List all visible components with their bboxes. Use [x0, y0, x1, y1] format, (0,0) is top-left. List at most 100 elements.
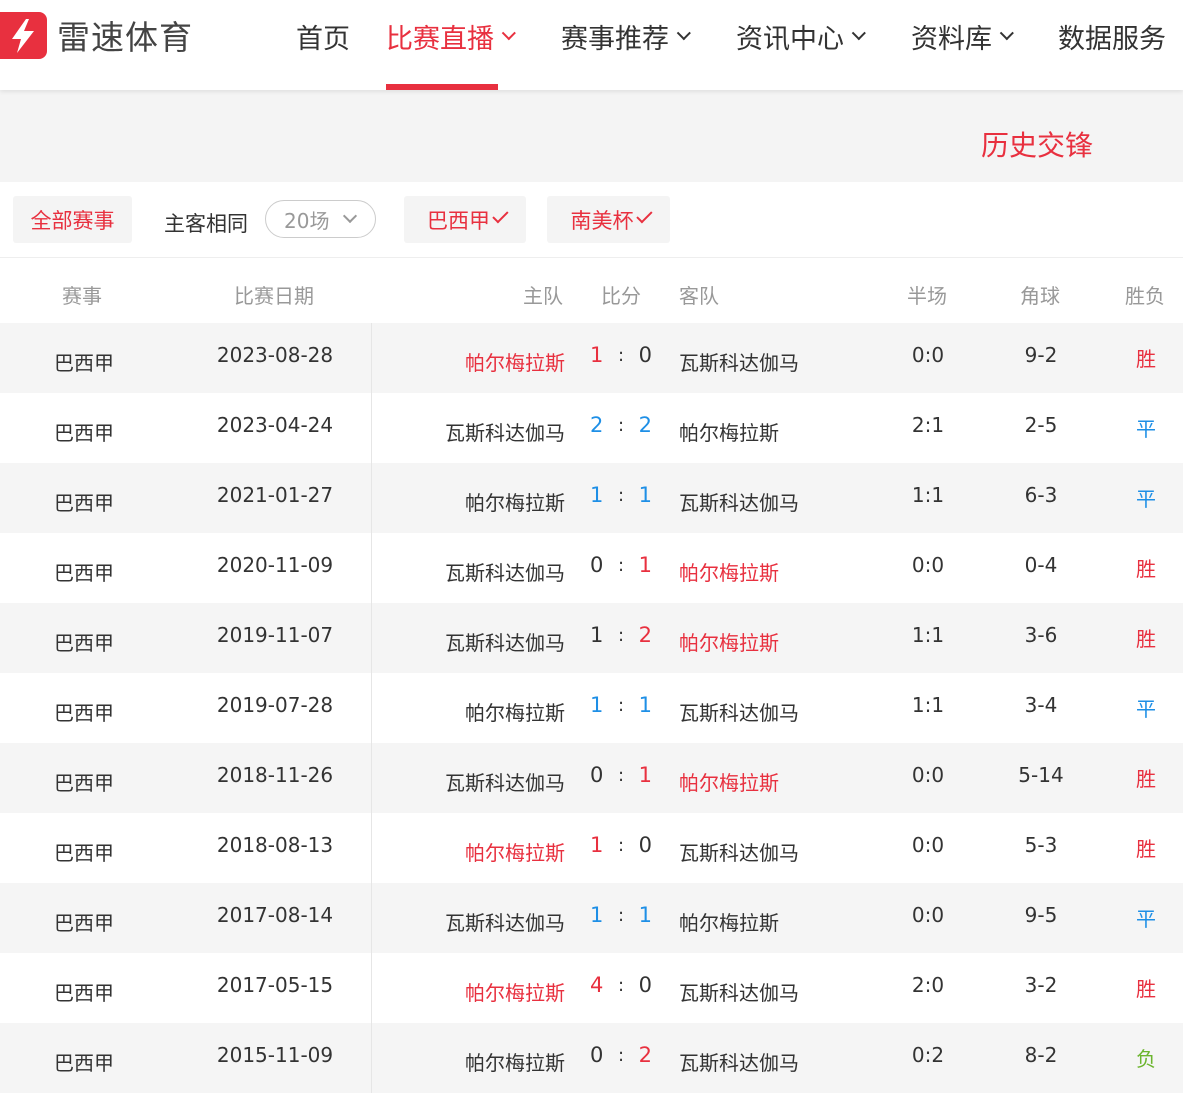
- half-time-cell: 2:1: [911, 413, 945, 437]
- home-team-cell[interactable]: 瓦斯科达伽马: [445, 767, 565, 796]
- league-cell[interactable]: 巴西甲: [0, 907, 168, 936]
- league-cell[interactable]: 巴西甲: [0, 697, 168, 726]
- table-row[interactable]: 巴西甲 2017-08-14 瓦斯科达伽马 1:1 帕尔梅拉斯 0:0 9-5 平: [0, 883, 1183, 953]
- away-team-cell[interactable]: 帕尔梅拉斯: [679, 417, 779, 446]
- away-team-cell[interactable]: 瓦斯科达伽马: [679, 347, 799, 376]
- away-goals: 0: [638, 833, 652, 857]
- score-cell[interactable]: 1:2: [590, 623, 652, 647]
- corner-cell: 9-2: [1024, 343, 1058, 367]
- chip-label: 全部赛事: [30, 208, 115, 233]
- score-cell[interactable]: 1:0: [590, 833, 652, 857]
- home-team-cell[interactable]: 帕尔梅拉斯: [465, 837, 565, 866]
- league-filter-chip[interactable]: 巴西甲: [404, 196, 526, 243]
- home-goals: 0: [590, 763, 604, 787]
- home-goals: 0: [590, 1043, 604, 1067]
- home-goals: 1: [590, 903, 604, 927]
- home-team-cell[interactable]: 瓦斯科达伽马: [445, 627, 565, 656]
- home-team-cell[interactable]: 瓦斯科达伽马: [445, 907, 565, 936]
- table-row[interactable]: 巴西甲 2019-11-07 瓦斯科达伽马 1:2 帕尔梅拉斯 1:1 3-6 胜: [0, 603, 1183, 673]
- table-row[interactable]: 巴西甲 2023-08-28 帕尔梅拉斯 1:0 瓦斯科达伽马 0:0 9-2 胜: [0, 323, 1183, 393]
- score-cell[interactable]: 1:0: [590, 343, 652, 367]
- away-team-cell[interactable]: 帕尔梅拉斯: [679, 767, 779, 796]
- corner-cell: 5-3: [1024, 833, 1058, 857]
- history-table: 巴西甲 2023-08-28 帕尔梅拉斯 1:0 瓦斯科达伽马 0:0 9-2 胜巴西甲 202…: [0, 323, 1183, 1093]
- date-cell: 2020-11-09: [216, 553, 334, 577]
- home-goals: 1: [590, 833, 604, 857]
- table-row[interactable]: 巴西甲 2019-07-28 帕尔梅拉斯 1:1 瓦斯科达伽马 1:1 3-4 平: [0, 673, 1183, 743]
- home-team-cell[interactable]: 瓦斯科达伽马: [445, 417, 565, 446]
- score-cell[interactable]: 1:1: [590, 903, 652, 927]
- home-goals: 1: [590, 623, 604, 647]
- date-cell: 2018-08-13: [216, 833, 334, 857]
- same-home-away-toggle[interactable]: 主客相同: [164, 208, 248, 238]
- home-team-cell[interactable]: 帕尔梅拉斯: [465, 487, 565, 516]
- half-time-cell: 0:0: [911, 553, 945, 577]
- table-row[interactable]: 巴西甲 2018-11-26 瓦斯科达伽马 0:1 帕尔梅拉斯 0:0 5-14 胜: [0, 743, 1183, 813]
- result-badge: 负: [1136, 1047, 1156, 1071]
- league-cell[interactable]: 巴西甲: [0, 767, 168, 796]
- all-competitions-button[interactable]: 全部赛事: [13, 196, 132, 243]
- table-row[interactable]: 巴西甲 2015-11-09 帕尔梅拉斯 0:2 瓦斯科达伽马 0:2 8-2 负: [0, 1023, 1183, 1093]
- away-team-cell[interactable]: 瓦斯科达伽马: [679, 837, 799, 866]
- score-separator: :: [617, 904, 625, 926]
- league-cell[interactable]: 巴西甲: [0, 1047, 168, 1076]
- away-team-cell[interactable]: 瓦斯科达伽马: [679, 487, 799, 516]
- home-team-cell[interactable]: 帕尔梅拉斯: [465, 347, 565, 376]
- nav-item-recommendations[interactable]: 赛事推荐: [561, 14, 691, 58]
- brand-name: 雷速体育: [57, 18, 193, 57]
- home-team-cell[interactable]: 帕尔梅拉斯: [465, 697, 565, 726]
- nav-item-news[interactable]: 资讯中心: [736, 14, 866, 58]
- home-team-cell[interactable]: 帕尔梅拉斯: [465, 1047, 565, 1076]
- section-title: 历史交锋: [980, 129, 1093, 162]
- date-cell: 2019-07-28: [216, 693, 334, 717]
- table-row[interactable]: 巴西甲 2017-05-15 帕尔梅拉斯 4:0 瓦斯科达伽马 2:0 3-2 胜: [0, 953, 1183, 1023]
- league-cell[interactable]: 巴西甲: [0, 417, 168, 446]
- league-cell[interactable]: 巴西甲: [0, 977, 168, 1006]
- table-row[interactable]: 巴西甲 2023-04-24 瓦斯科达伽马 2:2 帕尔梅拉斯 2:1 2-5 平: [0, 393, 1183, 463]
- score-cell[interactable]: 1:1: [590, 483, 652, 507]
- score-separator: :: [617, 974, 625, 996]
- match-count-select[interactable]: 20场: [265, 200, 376, 238]
- league-cell[interactable]: 巴西甲: [0, 837, 168, 866]
- away-team-cell[interactable]: 帕尔梅拉斯: [679, 627, 779, 656]
- score-cell[interactable]: 0:1: [590, 763, 652, 787]
- section-header: 历史交锋: [0, 90, 1183, 182]
- header-half: 半场: [907, 284, 947, 308]
- league-cell[interactable]: 巴西甲: [0, 557, 168, 586]
- table-row[interactable]: 巴西甲 2018-08-13 帕尔梅拉斯 1:0 瓦斯科达伽马 0:0 5-3 胜: [0, 813, 1183, 883]
- score-separator: :: [617, 554, 625, 576]
- home-team-cell[interactable]: 帕尔梅拉斯: [465, 977, 565, 1006]
- away-goals: 0: [638, 973, 652, 997]
- nav-item-live-matches[interactable]: 比赛直播: [386, 14, 516, 58]
- date-cell: 2021-01-27: [216, 483, 334, 507]
- score-cell[interactable]: 0:1: [590, 553, 652, 577]
- home-goals: 1: [590, 693, 604, 717]
- away-team-cell[interactable]: 帕尔梅拉斯: [679, 557, 779, 586]
- away-team-cell[interactable]: 帕尔梅拉斯: [679, 907, 779, 936]
- away-team-cell[interactable]: 瓦斯科达伽马: [679, 697, 799, 726]
- nav-item-home[interactable]: 首页: [296, 14, 350, 58]
- league-filter-chip[interactable]: 南美杯: [547, 196, 670, 243]
- table-row[interactable]: 巴西甲 2021-01-27 帕尔梅拉斯 1:1 瓦斯科达伽马 1:1 6-3 平: [0, 463, 1183, 533]
- nav-item-database[interactable]: 资料库: [911, 14, 1014, 58]
- score-cell[interactable]: 2:2: [590, 413, 652, 437]
- brand-logo[interactable]: 雷速体育: [0, 10, 193, 60]
- nav-item-data-services[interactable]: 数据服务: [1058, 14, 1166, 58]
- score-cell[interactable]: 1:1: [590, 693, 652, 717]
- league-cell[interactable]: 巴西甲: [0, 627, 168, 656]
- table-row[interactable]: 巴西甲 2020-11-09 瓦斯科达伽马 0:1 帕尔梅拉斯 0:0 0-4 胜: [0, 533, 1183, 603]
- league-cell[interactable]: 巴西甲: [0, 487, 168, 516]
- away-team-cell[interactable]: 瓦斯科达伽马: [679, 977, 799, 1006]
- home-goals: 1: [590, 483, 604, 507]
- score-separator: :: [617, 344, 625, 366]
- home-goals: 4: [590, 973, 604, 997]
- league-cell[interactable]: 巴西甲: [0, 347, 168, 376]
- checkmark-icon: [492, 207, 509, 224]
- home-goals: 1: [590, 343, 604, 367]
- home-team-cell[interactable]: 瓦斯科达伽马: [445, 557, 565, 586]
- result-badge: 胜: [1136, 557, 1156, 581]
- away-team-cell[interactable]: 瓦斯科达伽马: [679, 1047, 799, 1076]
- result-badge: 胜: [1136, 347, 1156, 371]
- score-cell[interactable]: 0:2: [590, 1043, 652, 1067]
- score-cell[interactable]: 4:0: [590, 973, 652, 997]
